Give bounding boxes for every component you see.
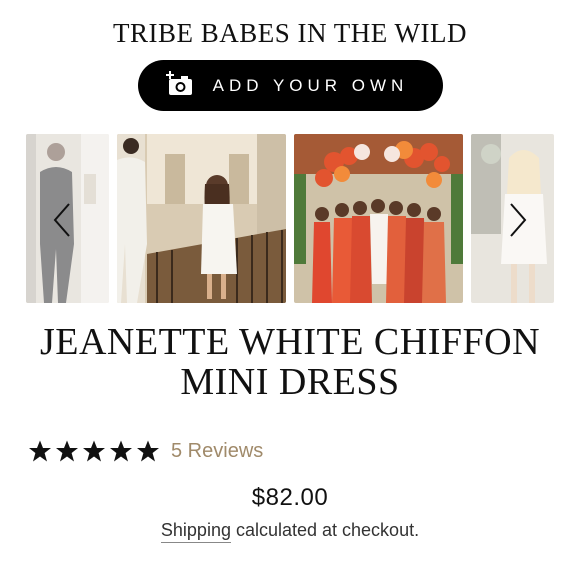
star-icon — [83, 440, 105, 462]
photo-carousel[interactable] — [0, 134, 580, 303]
star-icon — [137, 440, 159, 462]
product-title-line1: JEANETTE WHITE CHIFFON — [39, 321, 541, 363]
reviews-link[interactable]: 5 Reviews — [171, 440, 263, 463]
product-title-line2: MINI DRESS — [180, 361, 400, 403]
slide-photo-bridal-party-balloons[interactable] — [294, 134, 463, 303]
add-your-own-button[interactable]: ADD YOUR OWN — [138, 60, 443, 111]
star-icon — [29, 440, 51, 462]
add-your-own-label: ADD YOUR OWN — [212, 75, 409, 95]
shipping-note: Shipping calculated at checkout. — [0, 520, 580, 543]
chevron-left-icon — [53, 203, 70, 237]
star-icon — [56, 440, 78, 462]
product-price: $82.00 — [251, 484, 329, 511]
shipping-text: calculated at checkout. — [230, 520, 420, 540]
carousel-prev-button[interactable] — [49, 200, 75, 240]
camera-plus-icon — [166, 71, 192, 95]
product-rating[interactable]: 5 Reviews — [28, 438, 263, 464]
rating-stars — [28, 439, 163, 463]
slide-photo-woman-white-dress-staircase[interactable] — [117, 134, 286, 303]
photo-woman-white-dress-staircase — [117, 134, 286, 303]
section-title: TRIBE BABES IN THE WILD — [113, 18, 467, 48]
product-title: JEANETTE WHITE CHIFFON MINI DRESS — [0, 322, 580, 402]
photo-bridal-party-balloons — [294, 134, 463, 303]
shipping-link[interactable]: Shipping — [160, 520, 231, 543]
carousel-next-button[interactable] — [505, 200, 531, 240]
star-icon — [110, 440, 132, 462]
chevron-right-icon — [510, 203, 527, 237]
